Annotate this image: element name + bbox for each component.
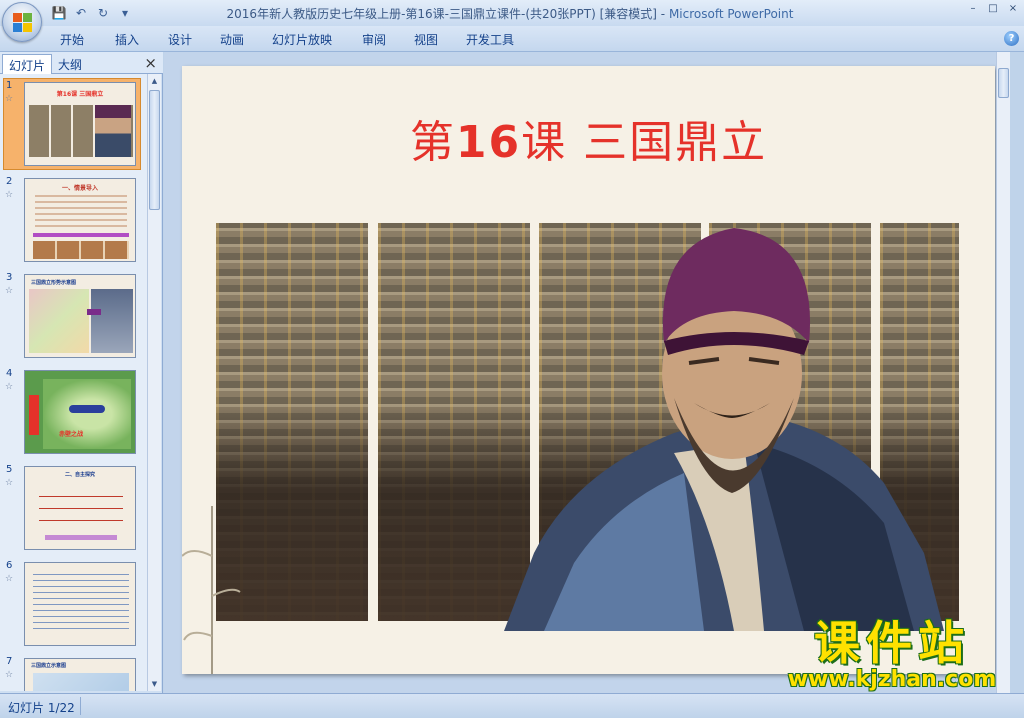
thumbnail-image: 第16课 三国鼎立 bbox=[24, 82, 136, 166]
close-window-button[interactable]: × bbox=[1006, 2, 1020, 16]
slide-thumbnails: 1 ☆ 第16课 三国鼎立 2 ☆ 一、情景导入 3 ☆ 三国鼎立形势示意图 4… bbox=[0, 74, 147, 691]
slides-pane: 幻灯片 大纲 × 1 ☆ 第16课 三国鼎立 2 ☆ 一、情景导入 3 ☆ 三国… bbox=[0, 52, 163, 693]
scroll-up-icon[interactable]: ▲ bbox=[148, 74, 161, 88]
help-icon[interactable]: ? bbox=[1004, 31, 1019, 46]
tab-home[interactable]: 开始 bbox=[60, 31, 84, 48]
thumb-title: 三国鼎立形势示意图 bbox=[31, 280, 77, 286]
slide-thumbnail-4[interactable]: 4 ☆ 赤壁之战 bbox=[0, 366, 147, 458]
tab-view[interactable]: 视图 bbox=[414, 31, 438, 48]
slide-title[interactable]: 第16课 三国鼎立 bbox=[182, 106, 995, 170]
watermark-logo: 课件站 bbox=[814, 616, 970, 670]
scroll-thumb[interactable] bbox=[149, 90, 160, 210]
tab-slide-show[interactable]: 幻灯片放映 bbox=[272, 31, 332, 48]
tab-animations[interactable]: 动画 bbox=[220, 31, 244, 48]
animation-star-icon: ☆ bbox=[5, 382, 14, 392]
slide-number: 7 bbox=[6, 656, 13, 667]
slide-number: 6 bbox=[6, 560, 13, 571]
slide-counter: 幻灯片 1/22 bbox=[8, 701, 75, 715]
thumbnail-image: 三国鼎立形势示意图 bbox=[24, 274, 136, 358]
office-logo-icon bbox=[13, 13, 33, 33]
tab-insert[interactable]: 插入 bbox=[115, 31, 139, 48]
window-title: 2016年新人教版历史七年级上册-第16课-三国鼎立课件-(共20张PPT) [… bbox=[150, 5, 870, 22]
close-pane-icon[interactable]: × bbox=[144, 54, 157, 72]
slide-number: 1 bbox=[6, 80, 13, 91]
title-number: 16 bbox=[455, 117, 522, 168]
slide-thumbnail-1[interactable]: 1 ☆ 第16课 三国鼎立 bbox=[0, 78, 147, 170]
minimize-button[interactable]: – bbox=[966, 2, 980, 16]
undo-icon[interactable]: ↶ bbox=[72, 5, 90, 21]
save-icon[interactable]: 💾 bbox=[50, 5, 68, 21]
slide-thumbnail-2[interactable]: 2 ☆ 一、情景导入 bbox=[0, 174, 147, 266]
pane-tabs: 幻灯片 大纲 × bbox=[0, 52, 163, 74]
customize-toolbar-icon[interactable]: ▾ bbox=[116, 5, 134, 21]
thumb-title: 第16课 三国鼎立 bbox=[56, 91, 104, 98]
title-bar: 💾 ↶ ↻ ▾ 2016年新人教版历史七年级上册-第16课-三国鼎立课件-(共2… bbox=[0, 0, 1024, 26]
bamboo-decoration bbox=[182, 506, 241, 674]
scroll-thumb[interactable] bbox=[998, 68, 1009, 98]
tab-outline[interactable]: 大纲 bbox=[52, 54, 88, 74]
slide-thumbnail-6[interactable]: 6 ☆ bbox=[0, 558, 147, 650]
office-button[interactable] bbox=[2, 2, 42, 42]
watermark: 课件站 www.kjzhan.com bbox=[777, 618, 1007, 693]
redo-icon[interactable]: ↻ bbox=[94, 5, 112, 21]
thumb-title: 一、情景导入 bbox=[61, 185, 98, 192]
zhuge-liang-portrait[interactable] bbox=[504, 223, 944, 631]
title-prefix: 第 bbox=[409, 117, 456, 168]
tab-review[interactable]: 审阅 bbox=[362, 31, 386, 48]
animation-star-icon: ☆ bbox=[5, 190, 14, 200]
thumbnail-image: 三国鼎立示意图 bbox=[24, 658, 136, 691]
thumbnail-image bbox=[24, 562, 136, 646]
ribbon-tabs: 开始 插入 设计 动画 幻灯片放映 审阅 视图 开发工具 ? bbox=[0, 26, 1024, 52]
animation-star-icon: ☆ bbox=[5, 670, 14, 680]
slide-thumbnail-7[interactable]: 7 ☆ 三国鼎立示意图 bbox=[0, 654, 147, 691]
title-separator: - bbox=[660, 7, 666, 21]
thumb-title: 二、自主探究 bbox=[64, 472, 95, 478]
app-name: Microsoft PowerPoint bbox=[668, 7, 794, 21]
slide-number: 3 bbox=[6, 272, 13, 283]
window-controls: – □ × bbox=[966, 2, 1020, 16]
current-slide[interactable]: 第16课 三国鼎立 bbox=[182, 66, 995, 674]
tab-design[interactable]: 设计 bbox=[168, 31, 192, 48]
animation-star-icon: ☆ bbox=[5, 478, 14, 488]
thumb-title: 三国鼎立示意图 bbox=[31, 663, 67, 669]
tab-developer[interactable]: 开发工具 bbox=[466, 31, 514, 48]
slide-thumbnail-5[interactable]: 5 ☆ 二、自主探究 bbox=[0, 462, 147, 554]
slide-number: 5 bbox=[6, 464, 13, 475]
document-title: 2016年新人教版历史七年级上册-第16课-三国鼎立课件-(共20张PPT) [… bbox=[226, 7, 657, 21]
quick-access-toolbar: 💾 ↶ ↻ ▾ bbox=[50, 4, 134, 22]
slide-thumbnail-3[interactable]: 3 ☆ 三国鼎立形势示意图 bbox=[0, 270, 147, 362]
animation-star-icon: ☆ bbox=[5, 286, 14, 296]
status-bar: 幻灯片 1/22 bbox=[0, 693, 1024, 718]
animation-star-icon: ☆ bbox=[5, 94, 14, 104]
tab-slides[interactable]: 幻灯片 bbox=[2, 54, 53, 74]
thumbnails-scrollbar[interactable]: ▲ ▼ bbox=[147, 74, 161, 691]
thumbnail-image: 赤壁之战 bbox=[24, 370, 136, 454]
scroll-down-icon[interactable]: ▼ bbox=[148, 677, 161, 691]
thumbnail-image: 一、情景导入 bbox=[24, 178, 136, 262]
slide-scrollbar[interactable] bbox=[996, 52, 1010, 693]
title-suffix: 课 三国鼎立 bbox=[521, 117, 768, 168]
status-divider bbox=[80, 697, 81, 715]
slide-number: 4 bbox=[6, 368, 13, 379]
thumb-title: 赤壁之战 bbox=[59, 431, 84, 438]
thumbnail-image: 二、自主探究 bbox=[24, 466, 136, 550]
maximize-button[interactable]: □ bbox=[986, 2, 1000, 16]
watermark-url: www.kjzhan.com bbox=[787, 667, 997, 692]
slide-editor: 第16课 三国鼎立 课件站 www.kjzhan.com bbox=[164, 52, 1010, 693]
animation-star-icon: ☆ bbox=[5, 574, 14, 584]
slide-number: 2 bbox=[6, 176, 13, 187]
